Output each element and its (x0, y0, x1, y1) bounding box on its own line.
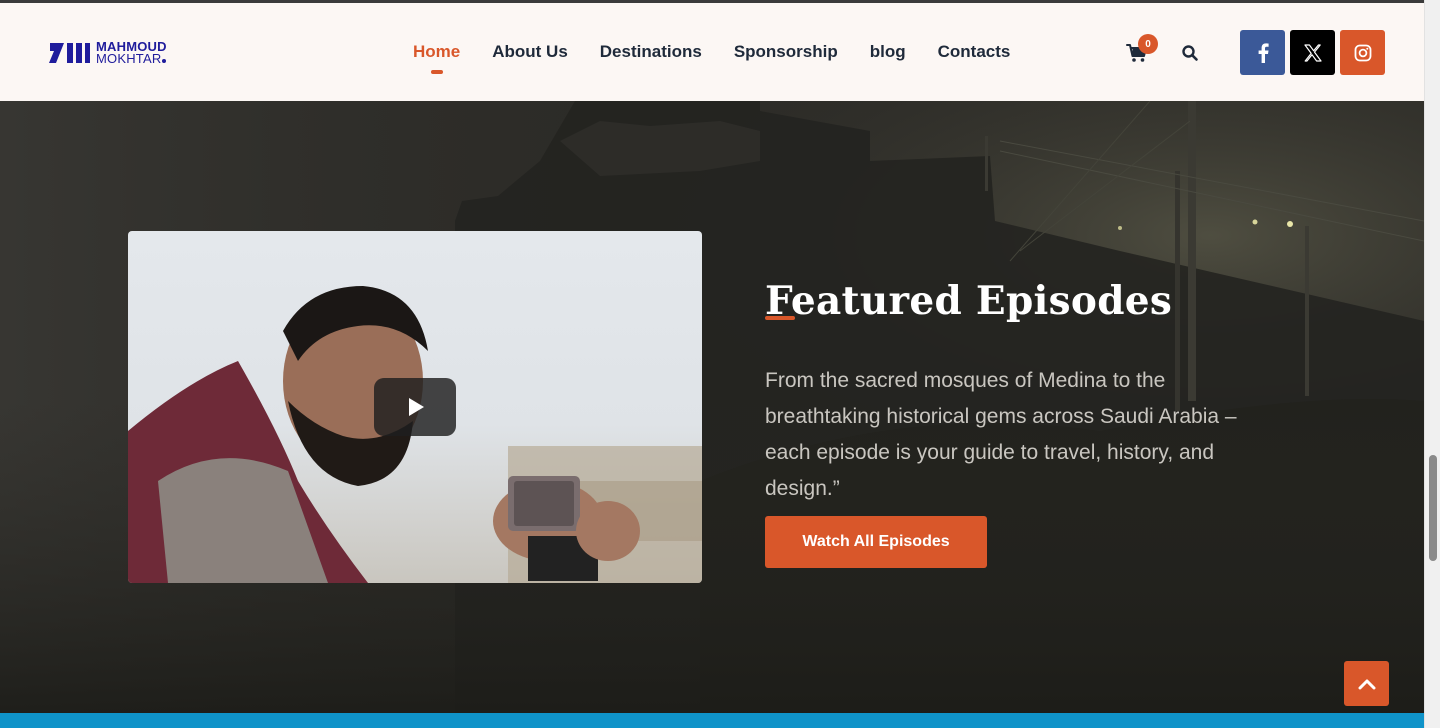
title-accent-line (765, 316, 795, 320)
featured-description: From the sacred mosques of Medina to the… (765, 369, 1237, 500)
main-nav: Home About Us Destinations Sponsorship b… (413, 42, 1042, 74)
x-button[interactable] (1290, 30, 1335, 75)
nav-item-label: Sponsorship (733, 42, 838, 61)
scrollbar-thumb[interactable] (1429, 455, 1437, 561)
facebook-button[interactable] (1240, 30, 1285, 75)
logo-dot (162, 59, 167, 63)
site-header: MAHMOUD MOKHTAR Home About Us Destinatio… (0, 3, 1424, 101)
nav-item-contacts[interactable]: Contacts (938, 42, 1011, 62)
browser-top-border (0, 0, 1424, 3)
facebook-icon (1258, 42, 1269, 63)
x-icon (1303, 43, 1322, 62)
logo-text: MAHMOUD MOKHTAR (96, 40, 167, 66)
nav-item-label: Contacts (937, 42, 1011, 61)
logo-line-2: MOKHTAR (96, 51, 167, 66)
nav-item-blog[interactable]: blog (870, 42, 906, 62)
featured-title: Featured Episodes (765, 278, 1173, 325)
nav-item-about-us[interactable]: About Us (492, 42, 568, 62)
search-icon[interactable] (1181, 44, 1199, 62)
nav-item-sponsorship[interactable]: Sponsorship (734, 42, 838, 62)
nav-item-label: blog (869, 42, 906, 61)
logo-line-2-text: MOKHTAR (96, 51, 162, 66)
nav-item-destinations[interactable]: Destinations (600, 42, 702, 62)
page-scrollbar[interactable] (1424, 0, 1440, 728)
page: MAHMOUD MOKHTAR Home About Us Destinatio… (0, 0, 1424, 728)
play-icon (409, 398, 424, 416)
nav-item-label: About Us (492, 42, 568, 61)
featured-video[interactable] (128, 231, 702, 583)
watch-all-episodes-button[interactable]: Watch All Episodes (765, 516, 987, 568)
next-section-strip (0, 713, 1424, 728)
instagram-button[interactable] (1340, 30, 1385, 75)
nav-item-home[interactable]: Home (413, 42, 461, 74)
instagram-icon (1354, 44, 1371, 61)
logo-mark-icon (49, 43, 90, 63)
cart-count-badge: 0 (1138, 34, 1158, 54)
site-logo[interactable]: MAHMOUD MOKHTAR (48, 40, 167, 66)
back-to-top-button[interactable] (1344, 661, 1389, 706)
nav-item-label: Destinations (599, 42, 702, 61)
active-indicator (430, 70, 443, 74)
featured-episodes-section: Featured Episodes From the sacred mosque… (0, 101, 1424, 713)
nav-item-label: Home (413, 42, 461, 61)
play-button[interactable] (374, 378, 456, 436)
chevron-up-icon (1358, 679, 1375, 689)
